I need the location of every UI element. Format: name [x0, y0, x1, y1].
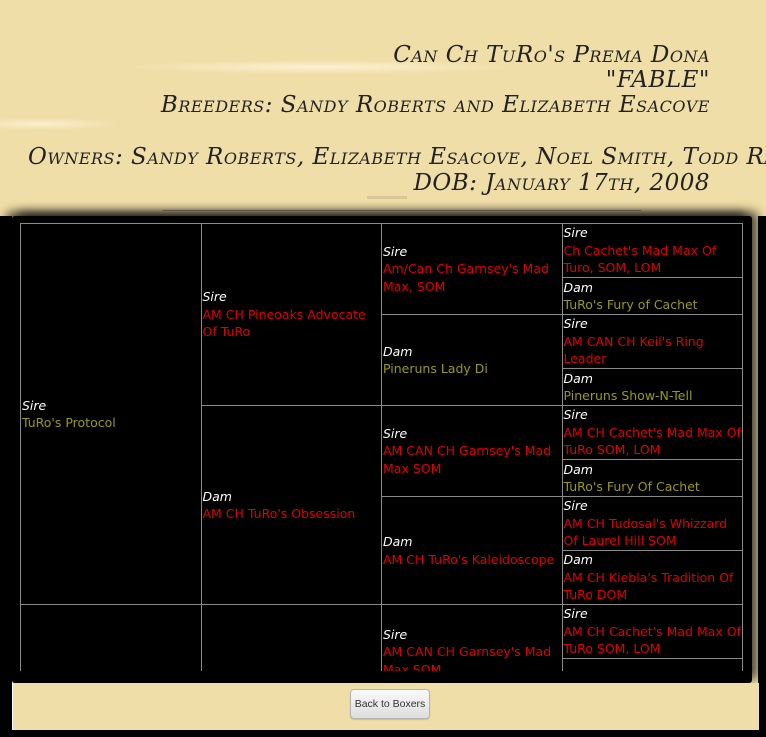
pedigree-cell-dam	[20, 604, 202, 671]
role-label: Sire	[22, 397, 47, 413]
dog-name-link[interactable]: AM CH Cachet's Mad Max Of TuRo SOM, LOM	[564, 623, 743, 658]
dog-name-link[interactable]: Am/Can Ch Garnsey's Mad Max, SOM	[383, 260, 562, 295]
pedigree-cell-dam-sire	[200, 604, 382, 671]
header-divider	[163, 210, 641, 211]
dog-name-link[interactable]: TuRo's Fury Of Cachet	[564, 478, 743, 496]
breeders-line: Breeders: Sandy Roberts and Elizabeth Es…	[160, 92, 710, 118]
pedigree-cell-sire-sire: Sire AM CH Pineoaks Advocate Of TuRo	[200, 223, 382, 406]
pedigree-table: Sire TuRo's Protocol Sire AM CH Pineoaks…	[20, 223, 743, 671]
pedigree-cell-dss: Sire AM CAN CH Garnsey's Mad Max SOM	[381, 604, 563, 671]
dog-name-link[interactable]: TuRo's Fury of Cachet	[564, 296, 743, 314]
back-to-boxers-button[interactable]: Back to Boxers	[350, 689, 430, 719]
pedigree-cell-sds: Sire AM CAN CH Garnsey's Mad Max SOM	[381, 405, 563, 497]
role-label: Sire	[563, 225, 588, 241]
role-label: Sire	[383, 425, 408, 441]
dog-name-link[interactable]: Pineruns Show-N-Tell	[564, 387, 743, 405]
dog-title: Can Ch TuRo's Prema Dona	[393, 42, 710, 68]
dog-name-link[interactable]: AM CH TuRo's Kaleidoscope	[383, 551, 562, 569]
table-row: Sire AM CAN CH Garnsey's Mad Max SOM Sir…	[20, 604, 743, 671]
role-label: Dam	[563, 370, 593, 386]
pedigree-cell-ssd: Dam Pineruns Lady Di	[381, 314, 563, 406]
faint-mark	[367, 196, 407, 199]
dog-name-link[interactable]: TuRo's Protocol	[22, 414, 201, 432]
pedigree-cell-sss: Sire Am/Can Ch Garnsey's Mad Max, SOM	[381, 223, 563, 315]
dog-name-link[interactable]: AM CH Pineoaks Advocate Of TuRo	[203, 306, 382, 341]
dob-line: DOB: January 17th, 2008	[413, 170, 710, 196]
pedigree-cell-sire-dam: Dam AM CH TuRo's Obsession	[200, 405, 382, 605]
pedigree-cell-dsss: Sire AM CH Cachet's Mad Max Of TuRo SOM,…	[561, 604, 743, 659]
pedigree-frame: Sire TuRo's Protocol Sire AM CH Pineoaks…	[12, 216, 752, 683]
role-label: Dam	[383, 534, 413, 549]
pedigree-scroll-area[interactable]: Sire TuRo's Protocol Sire AM CH Pineoaks…	[20, 223, 743, 671]
owners-line: Owners: Sandy Roberts, Elizabeth Esacove…	[28, 144, 766, 170]
role-label: Sire	[563, 498, 588, 514]
pedigree-cell-ssds: Sire AM CAN CH Keil's Ring Leader	[561, 314, 743, 369]
dog-header: Can Ch TuRo's Prema Dona "FABLE" Breeder…	[0, 0, 766, 210]
role-label: Sire	[383, 626, 408, 642]
dog-name-link[interactable]: AM CAN CH Keil's Ring Leader	[564, 333, 743, 368]
pedigree-cell-dssd	[561, 658, 743, 671]
dog-name-link[interactable]: AM CH Kiebla's Tradition Of TuRo DOM	[564, 569, 743, 604]
dog-name-link[interactable]: AM CH Cachet's Mad Max Of TuRo SOM, LOM	[564, 424, 743, 459]
dog-name-link[interactable]: Ch Cachet's Mad Max Of Turo, SOM, LOM	[564, 242, 743, 277]
pedigree-cell-sdd: Dam AM CH TuRo's Kaleidoscope	[381, 496, 563, 605]
role-label: Dam	[563, 279, 593, 295]
pedigree-cell-sdds: Sire AM CH Tudosal's Whizzard Of Laurel …	[561, 496, 743, 551]
dog-name-link[interactable]: AM CAN CH Garnsey's Mad Max SOM	[383, 643, 562, 671]
pedigree-cell-sdss: Sire AM CH Cachet's Mad Max Of TuRo SOM,…	[561, 405, 743, 460]
dog-name-link[interactable]: AM CAN CH Garnsey's Mad Max SOM	[383, 442, 562, 477]
dog-nickname: "FABLE"	[605, 67, 710, 93]
dog-name-link[interactable]: Pineruns Lady Di	[383, 360, 562, 378]
pedigree-cell-sddd: Dam AM CH Kiebla's Tradition Of TuRo DOM	[561, 550, 743, 605]
role-label: Dam	[383, 343, 413, 359]
role-label: Sire	[383, 243, 408, 259]
pedigree-cell-ssdd: Dam Pineruns Show-N-Tell	[561, 368, 743, 406]
dog-name-link[interactable]: AM CH TuRo's Obsession	[203, 505, 382, 523]
dog-name-link[interactable]: AM CH Tudosal's Whizzard Of Laurel Hill …	[564, 515, 743, 550]
pedigree-cell-sssd: Dam TuRo's Fury of Cachet	[561, 277, 743, 315]
pedigree-cell-ssss: Sire Ch Cachet's Mad Max Of Turo, SOM, L…	[561, 223, 743, 278]
pedigree-cell-sire: Sire TuRo's Protocol	[20, 223, 202, 605]
pedigree-cell-sdsd: Dam TuRo's Fury Of Cachet	[561, 459, 743, 497]
role-label: Sire	[563, 606, 588, 622]
role-label: Sire	[563, 407, 588, 423]
table-row: Sire TuRo's Protocol Sire AM CH Pineoaks…	[20, 223, 743, 605]
role-label: Dam	[202, 488, 232, 504]
role-label: Dam	[563, 461, 593, 477]
role-label: Sire	[202, 289, 227, 305]
role-label: Dam	[563, 552, 593, 568]
role-label: Sire	[563, 316, 588, 332]
